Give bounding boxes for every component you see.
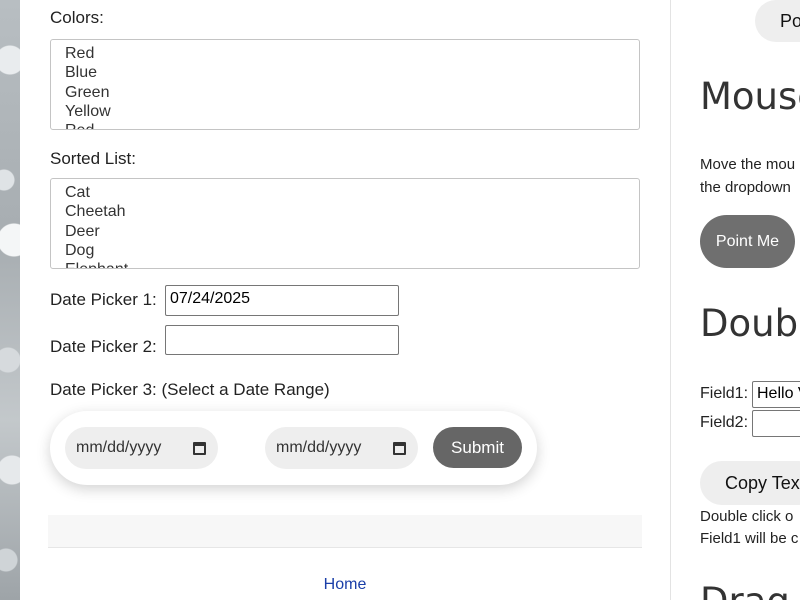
range-start-placeholder: mm/dd/yyyy [76, 439, 162, 456]
mouse-text-line1: Move the mou [700, 156, 796, 173]
sorted-option[interactable]: Dog [65, 241, 625, 260]
field2-label: Field2: [700, 414, 749, 431]
colors-option[interactable]: Red [65, 44, 625, 63]
date-picker-3-label: Date Picker 3: (Select a Date Range) [50, 380, 330, 399]
colors-option[interactable]: Blue [65, 63, 625, 82]
range-end-date-input[interactable]: mm/dd/yyyy [265, 427, 418, 469]
range-end-placeholder: mm/dd/yyyy [276, 439, 362, 456]
sorted-option[interactable]: Deer [65, 222, 625, 241]
calendar-icon[interactable] [393, 441, 406, 455]
date-range-form: mm/dd/yyyy mm/dd/yyyy Submit [50, 411, 537, 485]
sorted-listbox[interactable]: Cat Cheetah Deer Dog Elephant [50, 178, 640, 269]
calendar-icon[interactable] [193, 441, 206, 455]
background-image-strip [0, 0, 20, 600]
sorted-list-label: Sorted List: [50, 149, 136, 168]
date-picker-2-label: Date Picker 2: [50, 337, 157, 356]
right-panel: Po Mouse Move the mou the dropdown Point… [671, 0, 800, 600]
double-heading: Double [700, 302, 800, 345]
date-picker-2-input[interactable] [165, 325, 399, 355]
double-text-line2: Field1 will be c [700, 530, 799, 547]
colors-listbox[interactable]: Red Blue Green Yellow Red [50, 39, 640, 130]
sorted-option[interactable]: Cat [65, 183, 625, 202]
submit-button[interactable]: Submit [433, 427, 522, 468]
field2-input[interactable] [752, 410, 800, 437]
top-pill-button[interactable]: Po [755, 0, 800, 42]
field1-label: Field1: [700, 385, 749, 402]
copy-text-button[interactable]: Copy Tex [700, 461, 800, 505]
sorted-option[interactable]: Elephant [65, 260, 625, 268]
date-picker-1-input[interactable]: 07/24/2025 [165, 285, 399, 316]
sorted-option[interactable]: Cheetah [65, 202, 625, 221]
home-link[interactable]: Home [20, 576, 670, 594]
main-content: Colors: Red Blue Green Yellow Red Sorted… [20, 0, 670, 600]
point-me-button[interactable]: Point Me [700, 215, 795, 268]
field1-input[interactable]: Hello V [752, 381, 800, 408]
colors-option[interactable]: Green [65, 83, 625, 102]
double-text-line1: Double click o [700, 508, 794, 525]
date-picker-1-label: Date Picker 1: [50, 290, 157, 309]
mouse-text-line2: the dropdown [700, 179, 791, 196]
drag-heading: Drag [700, 580, 790, 600]
colors-label: Colors: [50, 8, 104, 27]
colors-option[interactable]: Yellow [65, 102, 625, 121]
mouse-heading: Mouse [700, 75, 800, 118]
footer-band [48, 515, 642, 548]
range-start-date-input[interactable]: mm/dd/yyyy [65, 427, 218, 469]
colors-option[interactable]: Red [65, 121, 625, 129]
